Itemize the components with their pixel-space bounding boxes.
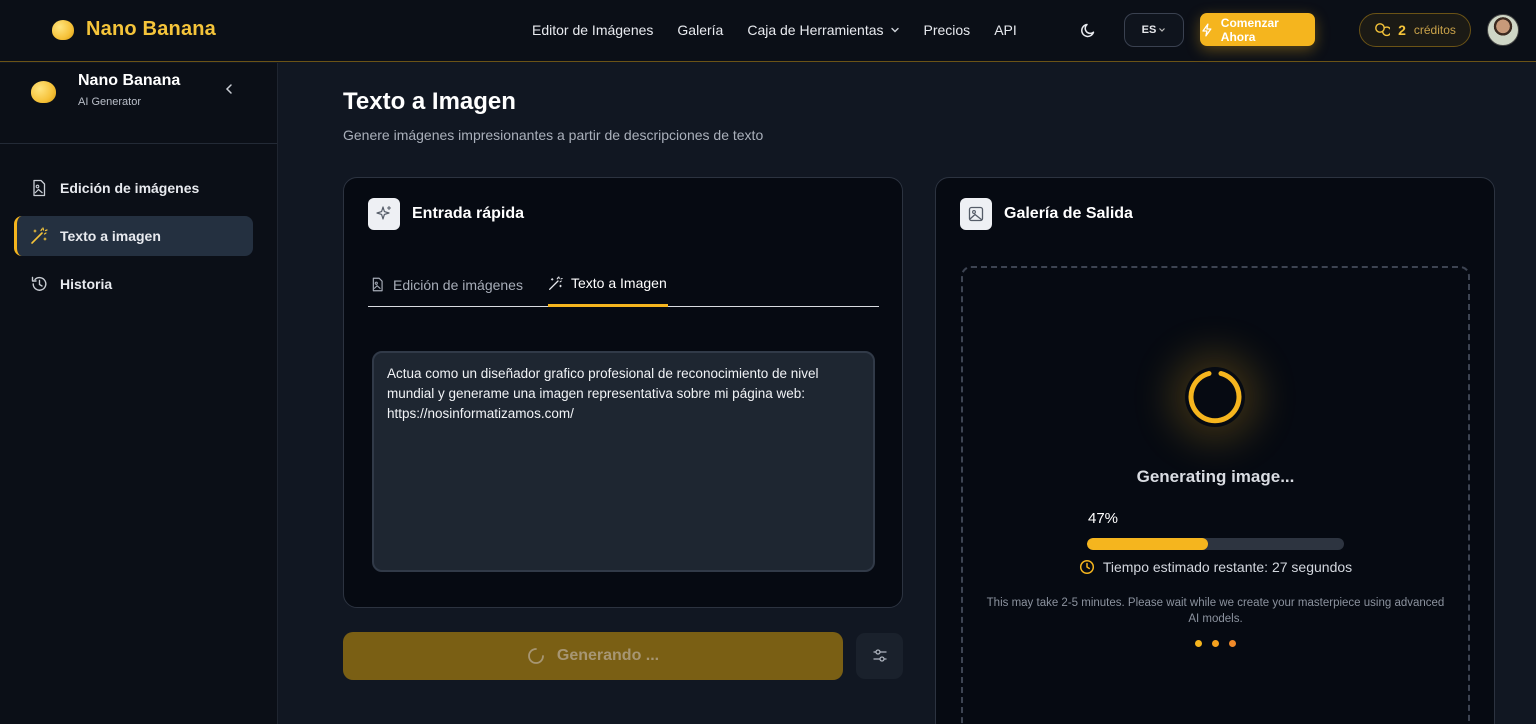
output-gallery-title: Galería de Salida <box>1004 205 1133 222</box>
magic-wand-icon <box>31 227 48 244</box>
wait-note: This may take 2-5 minutes. Please wait w… <box>986 597 1445 625</box>
tab-texto-imagen[interactable]: Texto a Imagen <box>548 262 668 307</box>
main-nav: Editor de Imágenes Galería Caja de Herra… <box>532 22 1041 38</box>
quick-input-card: Entrada rápida Edición de imágenes Texto… <box>343 177 903 608</box>
progress-percent: 47% <box>1088 510 1119 527</box>
eta-row: Tiempo estimado restante: 27 segundos <box>963 559 1468 575</box>
credits-badge[interactable]: 2 créditos <box>1359 13 1471 47</box>
user-avatar[interactable] <box>1487 14 1519 46</box>
clock-icon <box>1079 559 1094 575</box>
brand-name: Nano Banana <box>86 18 217 40</box>
brand-link[interactable]: Nano Banana <box>52 18 216 41</box>
sidebar-item-texto-imagen[interactable]: Texto a imagen <box>14 216 253 256</box>
history-icon <box>31 276 47 291</box>
chevron-down-icon <box>1159 28 1166 32</box>
nav-precios[interactable]: Precios <box>924 22 971 38</box>
language-select[interactable]: ES <box>1124 13 1184 47</box>
sidebar-item-edicion-imagenes[interactable]: Edición de imágenes <box>14 168 253 208</box>
loading-spinner <box>1185 367 1245 427</box>
loading-dots <box>963 640 1468 647</box>
progress-bar <box>1087 538 1344 550</box>
quick-input-title: Entrada rápida <box>412 205 525 222</box>
nav-api[interactable]: API <box>994 22 1017 38</box>
progress-bar-fill <box>1087 538 1208 550</box>
sidebar: Nano Banana AI Generator Edición de imág… <box>0 63 278 724</box>
output-gallery-card: Galería de Salida Generating image... 47… <box>935 177 1495 724</box>
loading-dot <box>1212 640 1219 647</box>
start-now-button[interactable]: Comenzar Ahora <box>1200 13 1315 46</box>
chevron-down-icon <box>890 27 899 33</box>
generate-button[interactable]: Generando ... <box>343 632 843 680</box>
chevron-left-icon <box>225 84 232 94</box>
page-title: Texto a Imagen <box>343 88 516 115</box>
loading-dot <box>1229 640 1236 647</box>
sidebar-item-historia[interactable]: Historia <box>14 264 253 304</box>
loading-dot <box>1195 640 1202 647</box>
nav-galeria[interactable]: Galería <box>677 22 723 38</box>
generating-status-text: Generating image... <box>1136 467 1295 486</box>
moon-icon <box>1081 23 1095 38</box>
nav-editor-imagenes[interactable]: Editor de Imágenes <box>532 22 653 38</box>
sidebar-subtitle: AI Generator <box>78 96 141 108</box>
tab-edicion-imagenes[interactable]: Edición de imágenes <box>370 262 523 307</box>
sparkles-icon <box>368 198 400 230</box>
coins-icon <box>1375 23 1391 37</box>
credits-label: créditos <box>1413 23 1456 37</box>
nav-caja-herramientas-dropdown[interactable]: Caja de Herramientas <box>747 22 899 38</box>
image-edit-icon <box>33 179 46 197</box>
magic-wand-icon <box>549 275 563 290</box>
credits-count: 2 <box>1398 22 1406 38</box>
generation-status-area: Generating image... 47% Tiempo estimado … <box>961 266 1470 724</box>
sidebar-title: Nano Banana <box>78 72 181 89</box>
image-edit-icon <box>372 277 383 292</box>
banana-logo-icon <box>52 19 74 40</box>
lightning-icon <box>1202 22 1212 37</box>
sliders-icon <box>872 649 887 662</box>
settings-button[interactable] <box>856 633 903 679</box>
image-icon <box>960 198 992 230</box>
prompt-textarea[interactable]: Actua como un diseñador grafico profesio… <box>372 351 875 572</box>
sidebar-collapse-button[interactable] <box>222 80 236 98</box>
spinner-icon <box>527 648 544 664</box>
page-subtitle: Genere imágenes impresionantes a partir … <box>343 127 764 143</box>
sidebar-header: Nano Banana AI Generator <box>0 63 277 144</box>
mode-tabs: Edición de imágenes Texto a Imagen <box>368 262 879 307</box>
top-navbar: Nano Banana Editor de Imágenes Galería C… <box>0 0 1536 62</box>
theme-toggle-button[interactable] <box>1078 19 1100 41</box>
banana-logo-icon <box>31 81 56 103</box>
